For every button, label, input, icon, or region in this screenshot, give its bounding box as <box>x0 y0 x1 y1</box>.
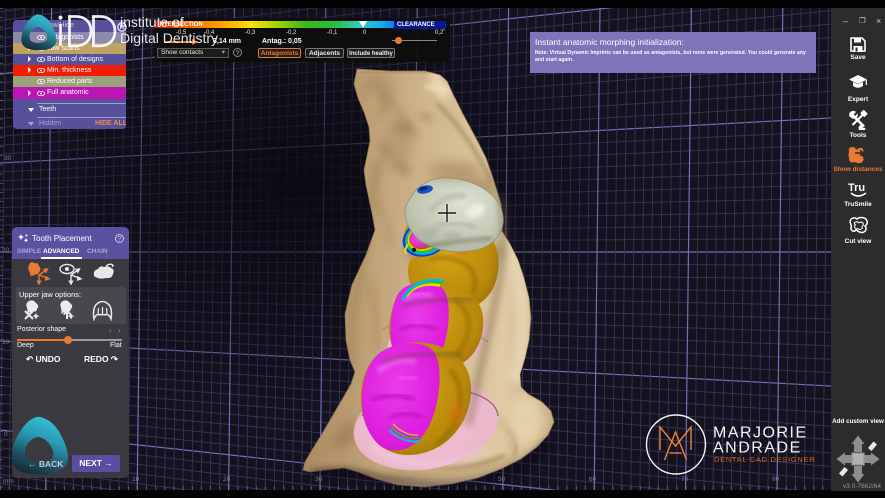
svg-text:Tru: Tru <box>848 182 865 194</box>
svg-text:DENTAL CAD DESIGNER: DENTAL CAD DESIGNER <box>714 455 815 464</box>
svg-text:ANDRADE: ANDRADE <box>713 440 802 457</box>
